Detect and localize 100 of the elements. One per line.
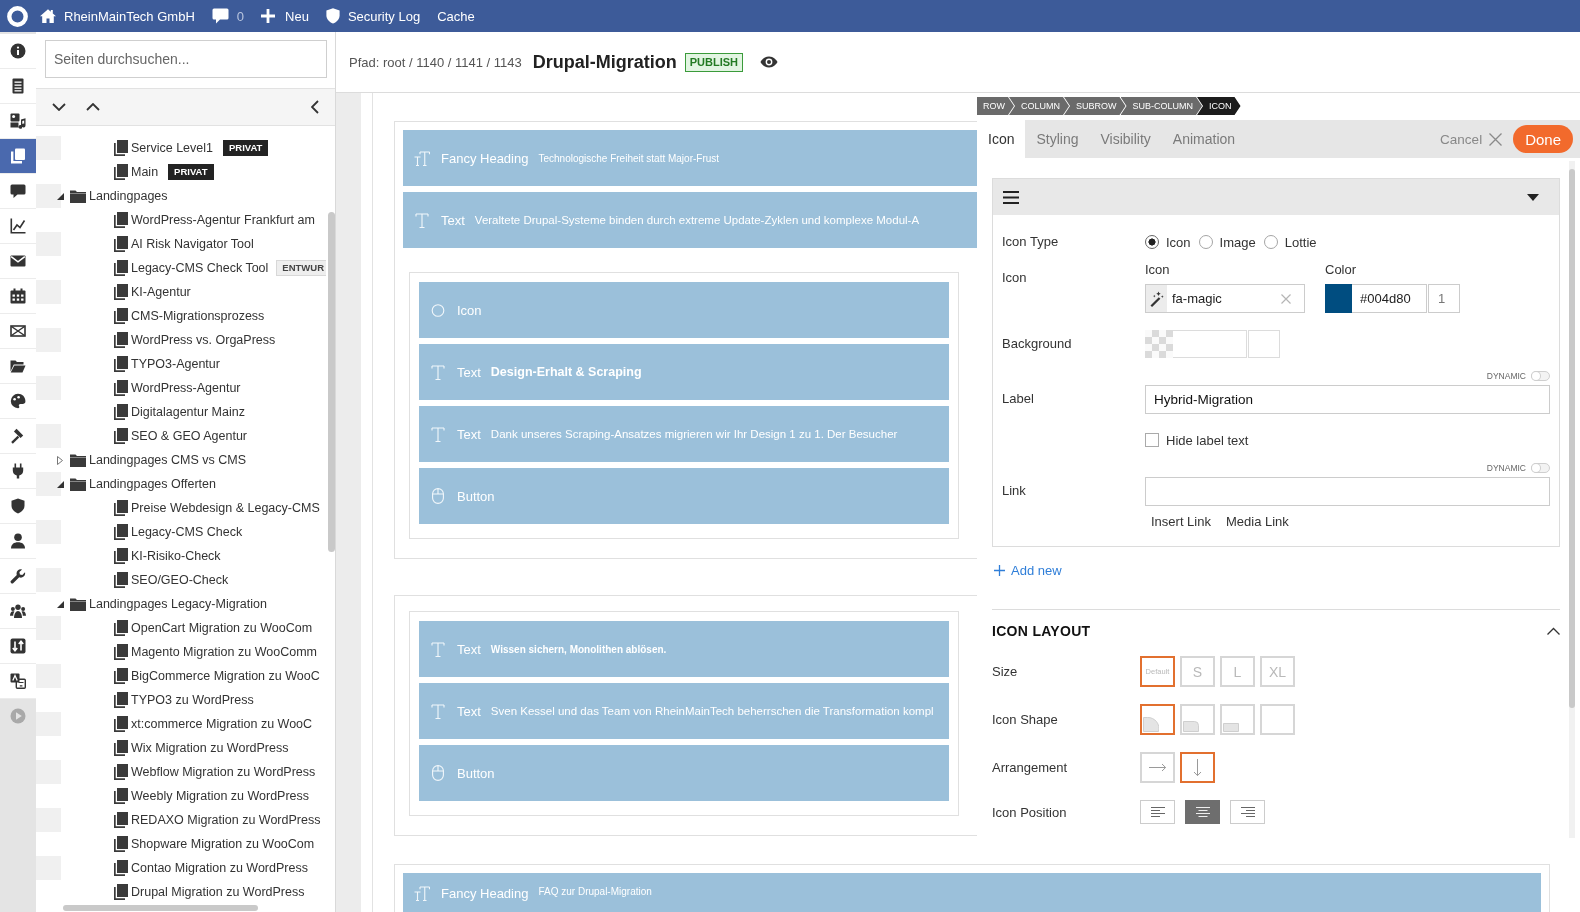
chevron-down-icon[interactable]: [52, 103, 66, 111]
text-link[interactable]: Media Link: [1226, 514, 1289, 530]
opacity-input[interactable]: [1248, 330, 1280, 358]
tree-item[interactable]: Landingpages: [36, 184, 168, 208]
rail-button[interactable]: [0, 629, 36, 664]
rail-button[interactable]: [0, 594, 36, 629]
breadcrumb-item[interactable]: COLUMN: [1009, 97, 1069, 115]
tree-item[interactable]: AI Risk Navigator Tool: [36, 232, 254, 256]
site-link[interactable]: RheinMainTech GmbH: [40, 8, 195, 24]
triangle-icon[interactable]: [56, 480, 64, 488]
icon-input[interactable]: fa-magic: [1167, 290, 1281, 307]
tree-item[interactable]: Legacy-CMS Check Tool ENTWUR: [36, 256, 327, 280]
eye-icon[interactable]: [760, 56, 779, 68]
arrangement-option[interactable]: [1180, 752, 1215, 783]
tree-item[interactable]: Landingpages CMS vs CMS: [36, 448, 247, 472]
tree-item[interactable]: SEO & GEO Agentur: [36, 424, 248, 448]
tree-item[interactable]: Drupal Migration zu WordPress: [36, 880, 305, 904]
radio-button[interactable]: [1145, 235, 1159, 249]
radio-button[interactable]: [1198, 235, 1213, 249]
search-field[interactable]: Seiten durchsuchen...: [45, 40, 327, 78]
tree-item[interactable]: WordPress-Agentur Frankfurt am: [36, 208, 315, 232]
cache-link[interactable]: Cache: [437, 8, 475, 24]
rail-button[interactable]: [0, 349, 36, 384]
breadcrumb-item[interactable]: ICON: [1197, 97, 1241, 115]
icon-field[interactable]: fa-magic: [1145, 284, 1305, 313]
tab[interactable]: Styling: [1025, 120, 1090, 158]
triangle-icon[interactable]: [56, 600, 64, 608]
rail-button[interactable]: [0, 384, 36, 419]
text-link[interactable]: Insert Link: [1151, 514, 1211, 530]
tree-item[interactable]: Weebly Migration zu WordPress: [36, 784, 310, 808]
tree-item[interactable]: TYPO3 zu WordPress: [36, 688, 254, 712]
rail-button[interactable]: [0, 279, 36, 314]
checkbox[interactable]: [1145, 433, 1159, 447]
tree-item[interactable]: KI-Risiko-Check: [36, 544, 221, 568]
tree-item[interactable]: Main PRIVAT: [36, 160, 214, 184]
rail-button[interactable]: [0, 314, 36, 349]
add-new-link[interactable]: Add new: [992, 560, 1062, 580]
radio-button[interactable]: [1263, 235, 1278, 249]
rail-button[interactable]: [0, 34, 36, 69]
rail-button[interactable]: [0, 209, 36, 244]
shape-option[interactable]: [1140, 704, 1175, 735]
tree-item[interactable]: Landingpages Offerten: [36, 472, 216, 496]
security-log-link[interactable]: Security Log: [325, 8, 421, 24]
rail-button[interactable]: [0, 489, 36, 524]
rail-button[interactable]: [0, 69, 36, 104]
new-button[interactable]: Neu: [261, 8, 309, 24]
tree-item[interactable]: WordPress-Agentur: [36, 376, 241, 400]
toggle-switch[interactable]: [1531, 463, 1550, 473]
tree-item[interactable]: Contao Migration zu WordPress: [36, 856, 308, 880]
caret-icon[interactable]: [1527, 193, 1539, 201]
rail-button[interactable]: [0, 139, 36, 174]
toggle-switch[interactable]: [1531, 371, 1550, 381]
rail-button[interactable]: [0, 104, 36, 139]
transparent-swatch-icon[interactable]: [1145, 330, 1173, 358]
tree-item[interactable]: Preise Webdesign & Legacy-CMS: [36, 496, 320, 520]
tree-item[interactable]: BigCommerce Migration zu WooC: [36, 664, 320, 688]
tree-item[interactable]: OpenCart Migration zu WooCom: [36, 616, 313, 640]
comments-link[interactable]: 0: [211, 8, 244, 24]
logo-icon[interactable]: [7, 5, 28, 27]
text-input[interactable]: Hybrid-Migration: [1145, 385, 1550, 414]
opacity-input[interactable]: 1: [1428, 284, 1460, 313]
scrollbar[interactable]: [328, 212, 335, 552]
breadcrumb-item[interactable]: SUBROW: [1064, 97, 1126, 115]
tree-item[interactable]: REDAXO Migration zu WordPress: [36, 808, 321, 832]
scrollbar[interactable]: [63, 905, 258, 911]
rail-button[interactable]: [0, 559, 36, 594]
tree-item[interactable]: xt:commerce Migration zu WooC: [36, 712, 313, 736]
breadcrumb-item[interactable]: ROW: [977, 97, 1014, 115]
hex-input[interactable]: #004d80: [1352, 284, 1427, 313]
breadcrumb-item[interactable]: SUB-COLUMN: [1120, 97, 1203, 115]
tree-item[interactable]: Webflow Migration zu WordPress: [36, 760, 316, 784]
scrollbar[interactable]: [1569, 169, 1575, 708]
link-input[interactable]: [1145, 477, 1550, 506]
rail-button[interactable]: [0, 174, 36, 209]
menu-icon[interactable]: [1003, 190, 1019, 204]
chevron-up-icon[interactable]: [86, 103, 100, 111]
tab[interactable]: Icon: [977, 120, 1026, 158]
swatch-icon[interactable]: [1325, 284, 1352, 313]
tree-item[interactable]: WordPress vs. OrgaPress: [36, 328, 276, 352]
tree-item[interactable]: CMS-Migrationsprozess: [36, 304, 265, 328]
tree-item[interactable]: Shopware Migration zu WooCom: [36, 832, 315, 856]
tree-item[interactable]: Digitalagentur Mainz: [36, 400, 245, 424]
rail-button[interactable]: [0, 244, 36, 279]
tree-item[interactable]: KI-Agentur: [36, 280, 191, 304]
tree-item[interactable]: SEO/GEO-Check: [36, 568, 229, 592]
caret-up-icon[interactable]: [1547, 627, 1560, 635]
position-option[interactable]: [1185, 800, 1220, 824]
wand-icon[interactable]: [1146, 285, 1167, 312]
tree-item[interactable]: TYPO3-Agentur: [36, 352, 220, 376]
rail-button[interactable]: [0, 454, 36, 489]
rail-button[interactable]: [0, 524, 36, 559]
tree-item[interactable]: Magento Migration zu WooComm: [36, 640, 317, 664]
tree-item[interactable]: Service Level1 PRIVAT: [36, 136, 269, 160]
tree-item[interactable]: Wix Migration zu WordPress: [36, 736, 289, 760]
chevron-left-icon[interactable]: [311, 100, 319, 114]
tab[interactable]: Visibility: [1089, 120, 1162, 158]
tree-item[interactable]: Landingpages Legacy-Migration: [36, 592, 267, 616]
rail-button[interactable]: [0, 419, 36, 454]
triangle-icon[interactable]: [56, 192, 64, 200]
rail-button[interactable]: [0, 664, 36, 699]
